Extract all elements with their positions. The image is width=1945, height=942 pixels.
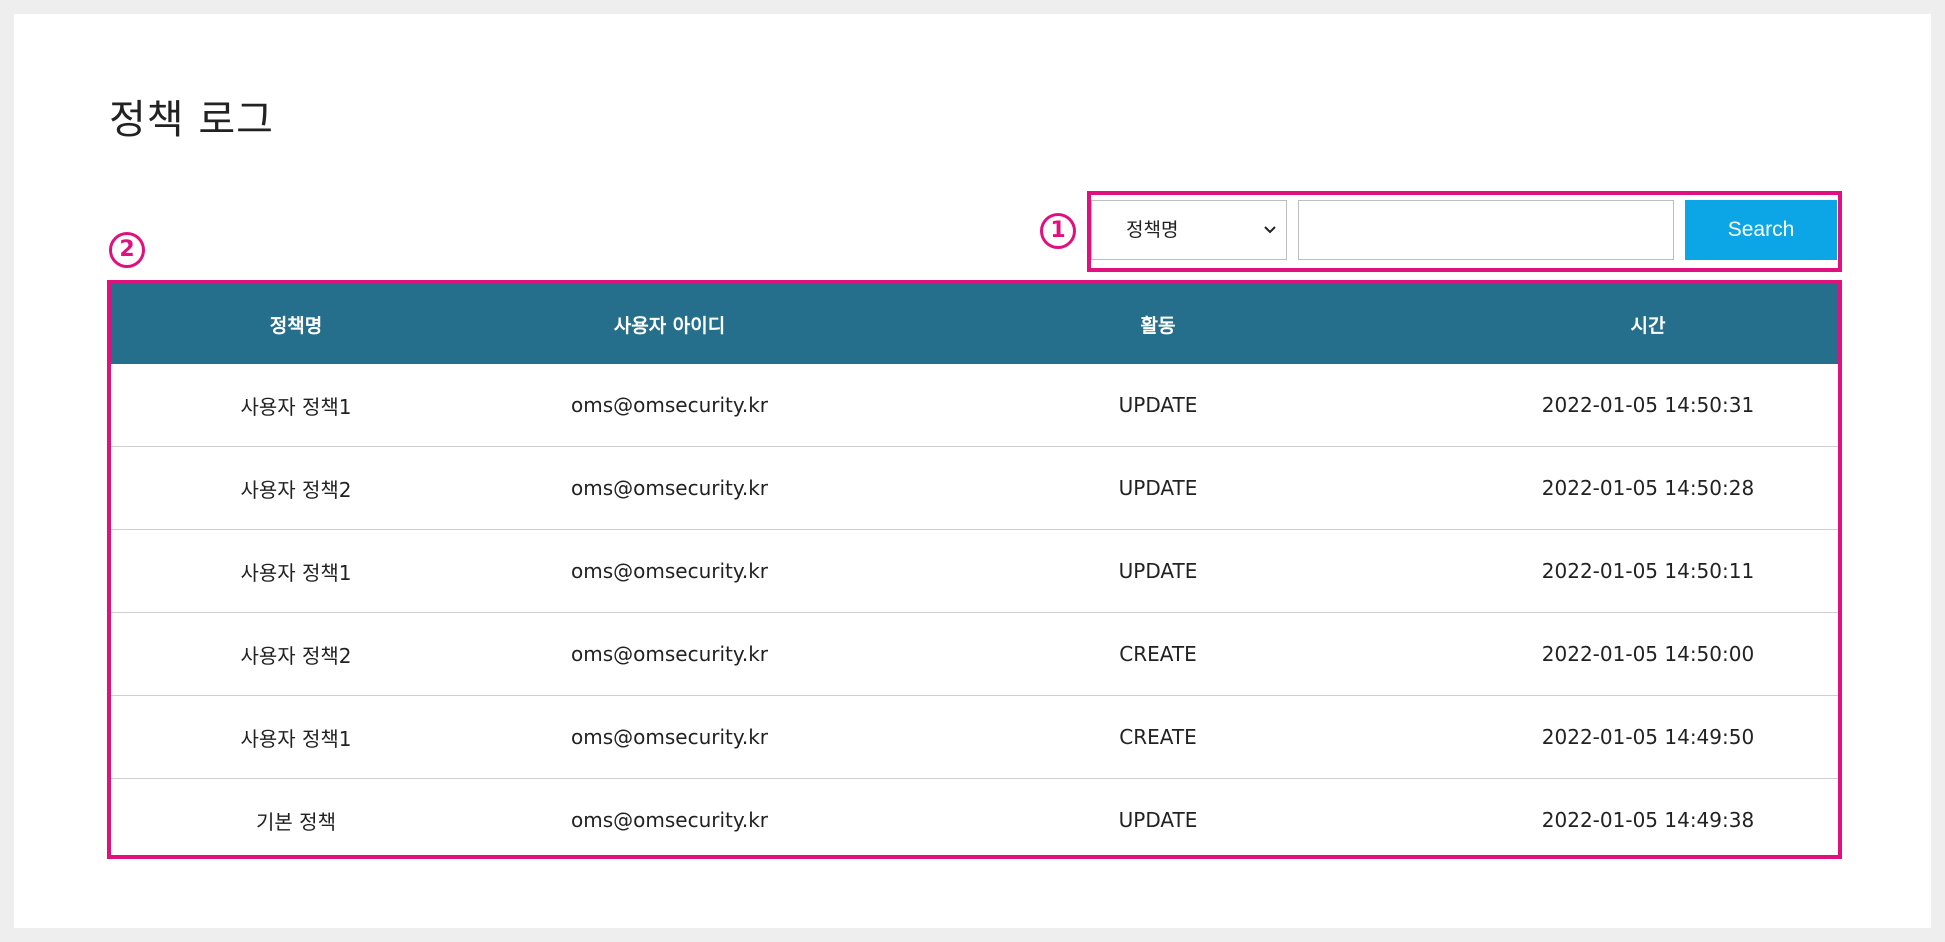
annotation-marker-1: 1 [1040,213,1076,249]
cell-time: 2022-01-05 14:50:28 [1458,446,1838,530]
chevron-down-icon [1264,226,1276,234]
cell-user-id: oms@omsecurity.kr [570,808,769,832]
search-input[interactable] [1298,200,1674,260]
column-header-time: 시간 [1458,284,1838,364]
annotation-marker-2: 2 [109,232,145,268]
log-table-area: 정책명 사용자 아이디 활동 시간 사용자 정책1 oms@omsecurity… [107,280,1842,859]
cell-activity: UPDATE [858,364,1458,447]
cell-policy: 사용자 정책2 [111,446,481,530]
cell-user-id: oms@omsecurity.kr [481,695,858,779]
cell-user-id: oms@omsecurity.kr [481,446,858,530]
search-field-selected: 정책명 [1126,219,1179,241]
cell-policy: 사용자 정책1 [111,529,481,613]
column-header-user-id: 사용자 아이디 [481,284,858,364]
page-title: 정책 로그 [109,97,274,143]
cell-time: 2022-01-05 14:50:00 [1458,612,1838,696]
table-row: 사용자 정책1 oms@omsecurity.kr UPDATE 2022-01… [111,529,1838,613]
cell-user-id: oms@omsecurity.kr [481,364,858,447]
cell-time: 2022-01-05 14:50:31 [1458,364,1838,447]
cell-policy: 사용자 정책1 [111,364,481,447]
column-header-policy: 정책명 [111,284,481,364]
cell-time: 2022-01-05 14:50:11 [1458,529,1838,613]
table-row: 사용자 정책1 oms@omsecurity.kr CREATE 2022-01… [111,695,1838,779]
cell-activity: UPDATE [858,446,1458,530]
search-field-select[interactable]: 정책명 [1091,200,1287,260]
cell-time: 2022-01-05 14:49:38 [1541,808,1755,832]
cell-policy: 기본 정책 [256,809,336,834]
cell-activity: UPDATE [858,529,1458,613]
cell-time: 2022-01-05 14:49:50 [1458,695,1838,779]
table-header-row: 정책명 사용자 아이디 활동 시간 [111,284,1838,364]
table-row: 기본 정책 oms@omsecurity.kr UPDATE 2022-01-0… [111,779,1838,856]
policy-log-table: 정책명 사용자 아이디 활동 시간 사용자 정책1 oms@omsecurity… [111,284,1838,856]
cell-activity: CREATE [858,695,1458,779]
cell-policy: 사용자 정책1 [111,695,481,779]
cell-policy: 사용자 정책2 [111,612,481,696]
table-row: 사용자 정책2 oms@omsecurity.kr CREATE 2022-01… [111,612,1838,696]
search-button[interactable]: Search [1685,200,1837,260]
column-header-activity: 활동 [858,284,1458,364]
cell-activity: CREATE [858,612,1458,696]
table-row: 사용자 정책2 oms@omsecurity.kr UPDATE 2022-01… [111,446,1838,530]
table-row: 사용자 정책1 oms@omsecurity.kr UPDATE 2022-01… [111,364,1838,447]
cell-activity: UPDATE [1118,808,1198,832]
cell-user-id: oms@omsecurity.kr [481,529,858,613]
cell-user-id: oms@omsecurity.kr [481,612,858,696]
